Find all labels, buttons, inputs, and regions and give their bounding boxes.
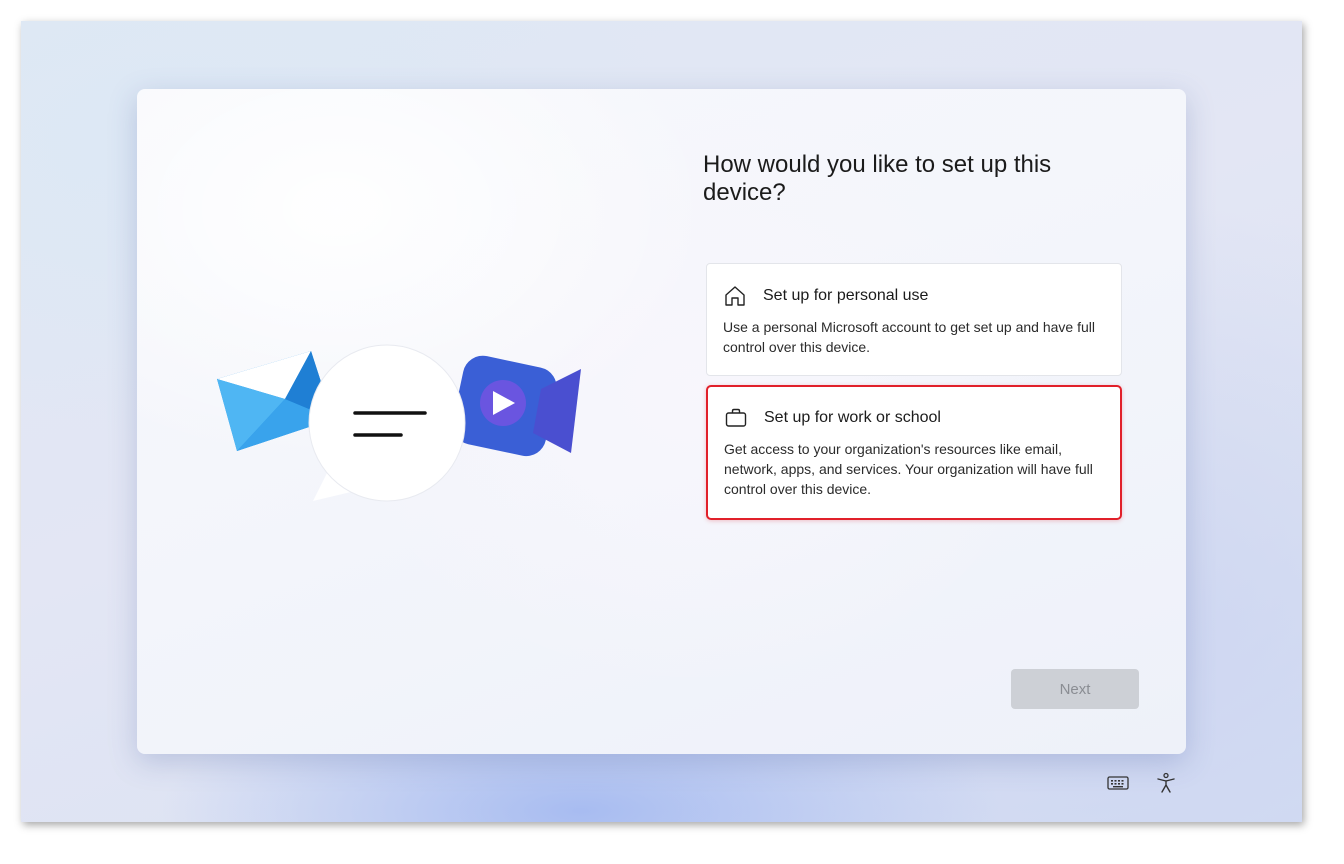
- option-header: Set up for work or school: [724, 405, 1104, 431]
- personal-use-option[interactable]: Set up for personal use Use a personal M…: [706, 263, 1122, 376]
- option-description: Use a personal Microsoft account to get …: [723, 319, 1095, 355]
- oobe-screen: How would you like to set up this device…: [21, 21, 1302, 822]
- keyboard-icon[interactable]: [1106, 771, 1130, 795]
- setup-dialog: How would you like to set up this device…: [137, 89, 1186, 754]
- option-description: Get access to your organization's resour…: [724, 441, 1093, 497]
- next-button[interactable]: Next: [1011, 669, 1139, 709]
- video-camera-icon: [452, 355, 581, 457]
- option-title: Set up for work or school: [764, 409, 941, 426]
- accessibility-icon[interactable]: [1154, 771, 1178, 795]
- page-title: How would you like to set up this device…: [703, 151, 1052, 206]
- work-or-school-option[interactable]: Set up for work or school Get access to …: [706, 385, 1122, 520]
- home-icon: [725, 286, 745, 306]
- option-title: Set up for personal use: [763, 287, 929, 304]
- option-header: Set up for personal use: [723, 283, 1105, 309]
- chat-bubble-icon: [308, 344, 466, 502]
- setup-illustration: [217, 344, 581, 502]
- briefcase-icon: [725, 408, 747, 427]
